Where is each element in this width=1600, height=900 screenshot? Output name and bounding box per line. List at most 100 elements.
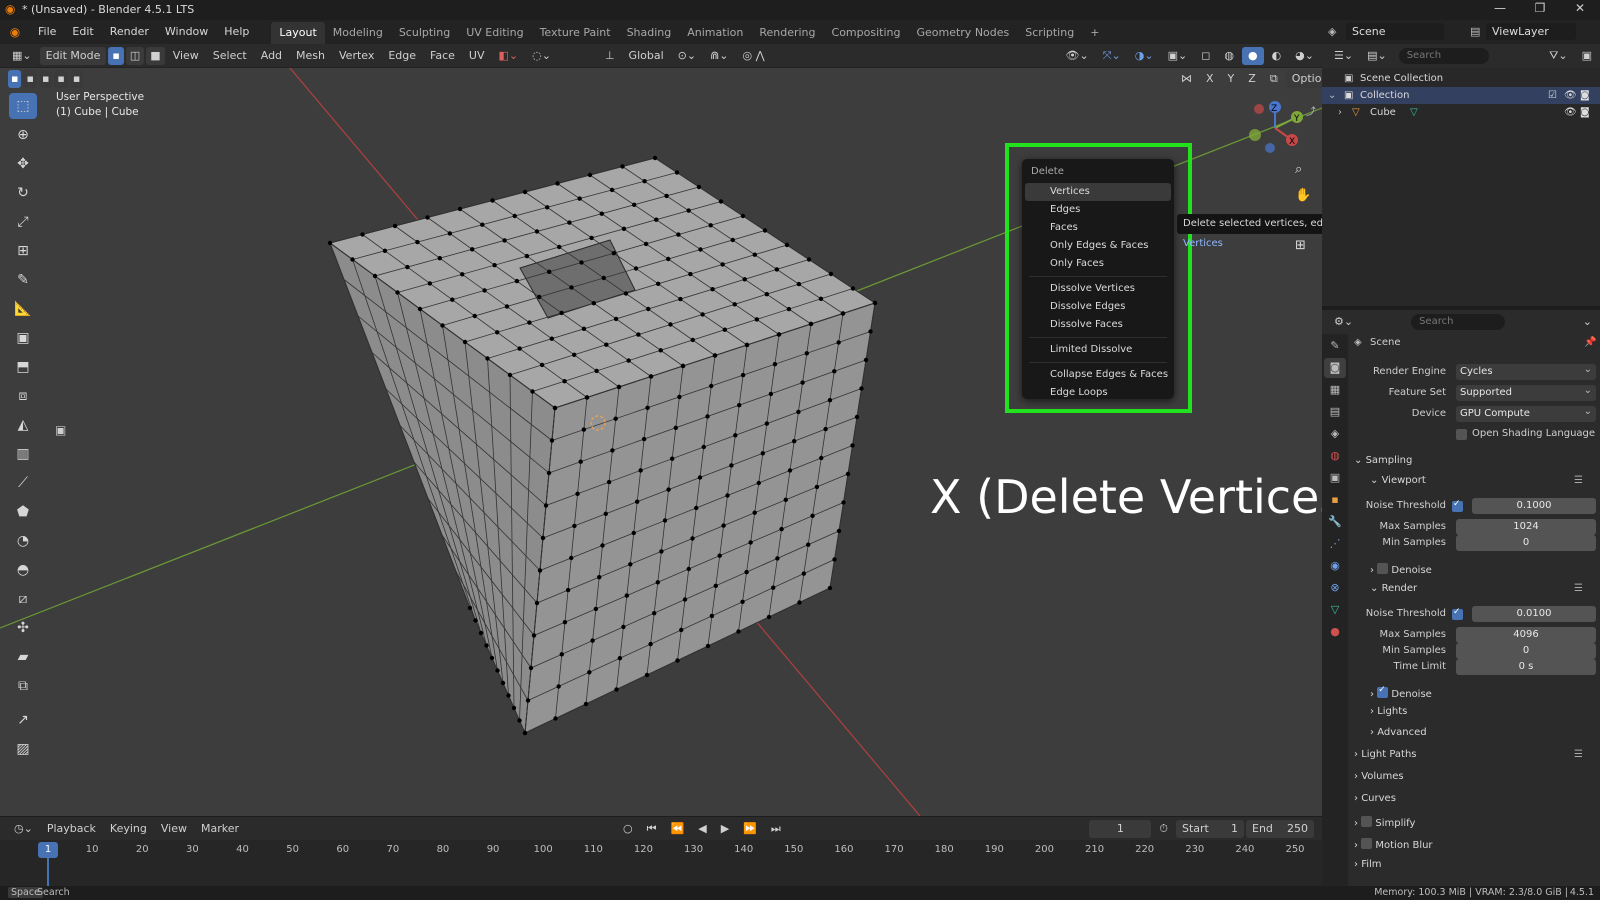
collection-tab-icon[interactable]: ▣ (1324, 468, 1346, 488)
uv-sync-icon[interactable]: ◧⌄ (493, 47, 525, 65)
delete-only-faces-item[interactable]: Only Faces (1025, 255, 1171, 273)
menu-playback[interactable]: Playback (41, 820, 102, 838)
pivot-icon[interactable]: ⊙⌄ (672, 47, 702, 65)
outliner-row-cube[interactable]: ⤴ › ▽ Cube ▽ 👁 ◙ (1306, 104, 1600, 121)
snap-icon[interactable]: ⋒⌄ (704, 47, 734, 65)
motion-blur-section[interactable]: › Motion Blur (1354, 837, 1433, 851)
advanced-subsection[interactable]: › Advanced (1370, 727, 1427, 738)
viewport-subsection[interactable]: ⌄ Viewport (1370, 475, 1426, 486)
vp-min-field[interactable]: 0 (1456, 535, 1596, 551)
time-limit-field[interactable]: 0 s (1456, 659, 1596, 675)
filter-icon[interactable]: ⛛⌄ (1543, 47, 1573, 65)
collection-checkbox-icon[interactable]: ☑ (1548, 87, 1557, 104)
scale-tool-icon[interactable]: ⤢ (9, 209, 37, 235)
tab-animation[interactable]: Animation (679, 22, 751, 44)
viewport-presets-icon[interactable]: ☰ (1574, 475, 1583, 486)
edge-select-icon[interactable]: ◫ (125, 46, 145, 65)
render-tab-icon[interactable]: ◙ (1324, 358, 1346, 378)
select-new-icon[interactable]: ▪ (8, 70, 22, 88)
menu-select[interactable]: Select (207, 47, 253, 65)
tab-rendering[interactable]: Rendering (751, 22, 823, 44)
tab-sculpting[interactable]: Sculpting (391, 22, 458, 44)
wireframe-shading-icon[interactable]: ◍ (1218, 47, 1240, 65)
mirror-icon[interactable]: ⋈ (1175, 70, 1198, 88)
expand-collection-icon[interactable]: ⌄ (1328, 87, 1336, 104)
delete-edges-item[interactable]: Edges (1025, 201, 1171, 219)
dissolve-faces-item[interactable]: Dissolve Faces (1025, 316, 1171, 334)
tool-tab-icon[interactable]: ✎ (1324, 336, 1346, 356)
stopwatch-icon[interactable]: ⏱ (1153, 820, 1174, 838)
camera-view-icon[interactable]: ⊞ (1295, 238, 1306, 253)
snap-target-icon[interactable]: ◌⌄ (526, 47, 557, 65)
sidebar-toggle-icon[interactable]: ▣ (55, 423, 66, 437)
light-paths-presets-icon[interactable]: ☰ (1574, 749, 1583, 760)
vp-noise-field[interactable]: 0.1000 (1472, 498, 1596, 514)
extrude-tool-icon[interactable]: ⬒ (9, 354, 37, 380)
maximize-button[interactable]: ❐ (1520, 1, 1560, 19)
cube-camera-icon[interactable]: ◙ (1580, 104, 1590, 121)
pin-icon[interactable]: ⤴ (1306, 104, 1316, 121)
curves-section[interactable]: › Curves (1354, 793, 1396, 804)
new-collection-icon[interactable]: ▣ (1576, 47, 1598, 65)
volumes-section[interactable]: › Volumes (1354, 771, 1404, 782)
tab-geometry-nodes[interactable]: Geometry Nodes (908, 22, 1017, 44)
current-frame-field[interactable]: 1 (1089, 819, 1152, 838)
menu-edit[interactable]: Edit (64, 20, 101, 44)
mirror-y-button[interactable]: Y (1222, 70, 1241, 88)
autokey-icon[interactable]: ○ (617, 820, 639, 838)
menu-uv[interactable]: UV (463, 47, 491, 65)
mirror-x-button[interactable]: X (1200, 70, 1220, 88)
mirror-z-button[interactable]: Z (1242, 70, 1262, 88)
mode-dropdown[interactable]: Edit Mode (39, 46, 107, 65)
curve-tool-icon[interactable]: ↗ (9, 707, 37, 733)
pin-props-icon[interactable]: 📌 (1584, 337, 1596, 348)
scene-tab-icon[interactable]: ◈ (1324, 424, 1346, 444)
orientation-dropdown[interactable]: Global (623, 47, 670, 65)
loop-cut-tool-icon[interactable]: ▥ (9, 441, 37, 467)
inset-tool-icon[interactable]: ⧈ (9, 383, 37, 409)
shrink-fatten-tool-icon[interactable]: ✣ (9, 615, 37, 641)
r-noise-field[interactable]: 0.0100 (1472, 606, 1596, 622)
tab-texture-paint[interactable]: Texture Paint (532, 22, 619, 44)
delete-vertices-item[interactable]: Vertices (1025, 183, 1171, 201)
menu-view[interactable]: View (167, 47, 205, 65)
menu-timeline-view[interactable]: View (155, 820, 193, 838)
xray-icon[interactable]: ◻ (1195, 47, 1216, 65)
end-frame-field[interactable]: End 250 (1246, 819, 1314, 838)
delete-only-edges-faces-item[interactable]: Only Edges & Faces (1025, 237, 1171, 255)
tab-scripting[interactable]: Scripting (1017, 22, 1082, 44)
mesh-edit-overlay-icon[interactable]: ▣⌄ (1162, 47, 1194, 65)
vp-denoise-subsection[interactable]: › Denoise (1370, 562, 1432, 576)
tab-layout[interactable]: Layout (271, 21, 325, 44)
tab-uv-editing[interactable]: UV Editing (458, 22, 531, 44)
outliner-search-input[interactable]: Search (1398, 48, 1489, 64)
outliner-row-scene-collection[interactable]: ▣ Scene Collection (1322, 70, 1600, 87)
osl-checkbox[interactable] (1456, 429, 1467, 440)
move-tool-icon[interactable]: ✥ (9, 151, 37, 177)
shear-tool-icon[interactable]: ▰ (9, 644, 37, 670)
particles-tab-icon[interactable]: ⋰ (1324, 534, 1346, 554)
r-denoise-subsection[interactable]: › Denoise (1370, 685, 1432, 700)
edge-loops-item[interactable]: Edge Loops (1025, 384, 1171, 402)
feature-set-dropdown[interactable]: Supported (1456, 383, 1596, 401)
menu-file[interactable]: File (30, 20, 64, 44)
zoom-icon[interactable]: ⌕ (1295, 162, 1302, 177)
select-intersect-icon[interactable]: ▪ (69, 70, 84, 88)
timeline[interactable]: 10 20 30 40 50 60 70 80 90 100 110 120 130 140 150 160 1… (0, 840, 1322, 886)
face-select-icon[interactable]: ■ (146, 46, 165, 65)
menu-mesh[interactable]: Mesh (290, 47, 331, 65)
spin-tool-icon[interactable]: ◔ (9, 528, 37, 554)
menu-vertex[interactable]: Vertex (333, 47, 380, 65)
menu-marker[interactable]: Marker (195, 820, 245, 838)
play-icon[interactable]: ▶ (715, 820, 735, 838)
add-workspace-button[interactable]: + (1082, 22, 1107, 44)
vp-max-field[interactable]: 1024 (1456, 519, 1596, 535)
dissolve-edges-item[interactable]: Dissolve Edges (1025, 298, 1171, 316)
tab-shading[interactable]: Shading (619, 22, 680, 44)
output-tab-icon[interactable]: ▦ (1324, 380, 1346, 400)
menu-add[interactable]: Add (255, 47, 288, 65)
modifier-tab-icon[interactable]: 🔧 (1324, 512, 1346, 532)
device-dropdown[interactable]: GPU Compute (1456, 404, 1596, 422)
properties-editor-icon[interactable]: ⚙⌄ (1328, 313, 1359, 331)
annotate-tool-icon[interactable]: ✎ (9, 267, 37, 293)
